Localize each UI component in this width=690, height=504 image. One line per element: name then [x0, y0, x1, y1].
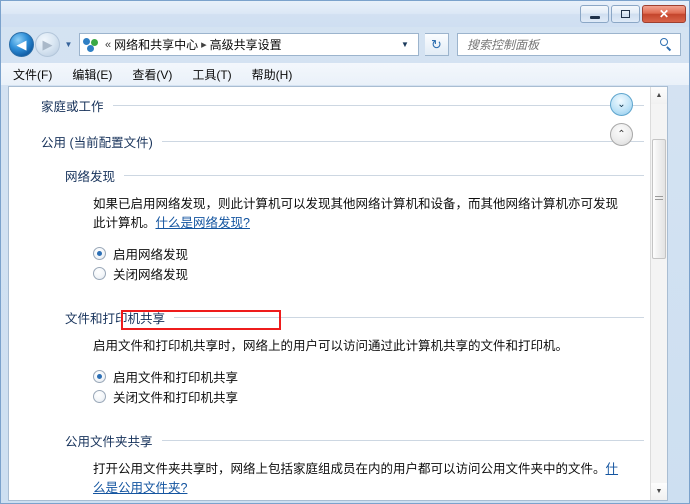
menu-bar: 文件(F) 编辑(E) 查看(V) 工具(T) 帮助(H) — [1, 63, 689, 85]
minimize-icon — [589, 15, 600, 19]
radio-button-enable-file-printer-sharing[interactable] — [93, 369, 106, 383]
section-header-network-discovery: 网络发现 — [9, 165, 652, 185]
section-description-network-discovery: 如果已启用网络发现，则此计算机可以发现其他网络计算机和设备，而其他网络计算机亦可… — [9, 195, 652, 233]
collapse-button-public[interactable]: ⌃ — [610, 123, 633, 146]
search-input[interactable] — [465, 36, 659, 53]
chevron-up-icon: ⌃ — [617, 128, 626, 140]
expand-button-home-or-work[interactable]: ⌄ — [610, 93, 633, 116]
close-button[interactable]: ✕ — [642, 5, 686, 23]
refresh-icon: ↻ — [431, 37, 442, 52]
recent-locations-button[interactable]: ▼ — [63, 40, 74, 49]
menu-item-edit[interactable]: 编辑(E) — [72, 66, 112, 83]
address-dropdown-icon[interactable]: ▼ — [399, 40, 411, 49]
back-button[interactable]: ◀ — [9, 32, 34, 57]
radio-button-disable-network-discovery[interactable] — [93, 266, 106, 280]
maximize-button[interactable] — [611, 5, 640, 23]
close-icon: ✕ — [658, 7, 670, 21]
section-header-file-printer-sharing: 文件和打印机共享 — [9, 307, 652, 327]
radio-row-disable-file-printer-sharing[interactable]: 关闭文件和打印机共享 — [9, 386, 652, 406]
navigation-bar: ◀ ▶ ▼ « 网络和共享中心 ▸ 高级共享设置 ▼ ↻ — [1, 27, 689, 63]
chevron-down-icon: ▼ — [64, 39, 73, 49]
radio-button-disable-file-printer-sharing[interactable] — [93, 389, 106, 403]
profile-header-public[interactable]: 公用 (当前配置文件) — [9, 131, 652, 151]
section-description-public-folder-sharing: 打开公用文件夹共享时，网络上包括家庭组成员在内的用户都可以访问公用文件夹中的文件… — [9, 460, 652, 498]
triangle-down-icon: ▼ — [655, 488, 663, 495]
section-description-file-printer-sharing: 启用文件和打印机共享时，网络上的用户可以访问通过此计算机共享的文件和打印机。 — [9, 337, 652, 356]
search-box[interactable] — [457, 33, 681, 56]
forward-button[interactable]: ▶ — [35, 32, 60, 57]
maximize-icon — [621, 10, 630, 18]
header-divider — [161, 140, 644, 142]
minimize-button[interactable] — [580, 5, 609, 23]
forward-arrow-icon: ▶ — [42, 37, 53, 52]
title-bar: ✕ — [1, 1, 689, 27]
radio-row-enable-network-discovery[interactable]: 启用网络发现 — [9, 243, 652, 263]
menu-item-view[interactable]: 查看(V) — [132, 66, 172, 83]
back-arrow-icon: ◀ — [16, 37, 27, 52]
radio-label-enable-network-discovery: 启用网络发现 — [113, 247, 189, 262]
header-divider — [124, 174, 644, 176]
header-divider — [174, 316, 644, 318]
scrollbar-thumb[interactable] — [652, 139, 666, 259]
radio-row-disable-network-discovery[interactable]: 关闭网络发现 — [9, 263, 652, 283]
radio-label-disable-network-discovery: 关闭网络发现 — [113, 267, 189, 282]
section-header-public-folder-sharing: 公用文件夹共享 — [9, 430, 652, 450]
menu-item-tools[interactable]: 工具(T) — [192, 66, 231, 83]
breadcrumb-overflow-icon[interactable]: « — [105, 39, 111, 51]
triangle-up-icon: ▲ — [655, 92, 663, 99]
scroll-down-button[interactable]: ▼ — [651, 483, 667, 500]
profile-header-home-or-work[interactable]: 家庭或工作 — [9, 95, 652, 115]
window-controls: ✕ — [580, 5, 686, 23]
settings-scroll-area: 家庭或工作 公用 (当前配置文件) 网络发现 如果已启用网络发现，则此计算机可以… — [9, 87, 652, 500]
header-divider — [161, 439, 644, 441]
address-bar[interactable]: « 网络和共享中心 ▸ 高级共享设置 ▼ — [79, 33, 419, 56]
menu-item-help[interactable]: 帮助(H) — [252, 66, 293, 83]
scroll-up-button[interactable]: ▲ — [651, 87, 667, 104]
section-title-public-folder-sharing: 公用文件夹共享 — [65, 434, 153, 449]
search-icon — [659, 37, 673, 52]
section-title-file-printer-sharing: 文件和打印机共享 — [65, 311, 166, 326]
refresh-button[interactable]: ↻ — [425, 33, 449, 56]
section-title-network-discovery: 网络发现 — [65, 169, 116, 184]
grip-icon — [655, 196, 663, 202]
breadcrumb-item-advanced-sharing[interactable]: 高级共享设置 — [210, 36, 282, 53]
profile-title-public: 公用 (当前配置文件) — [41, 135, 153, 150]
network-icon — [83, 37, 99, 53]
help-link-what-is-network-discovery[interactable]: 什么是网络发现? — [156, 216, 250, 230]
radio-label-enable-file-printer-sharing: 启用文件和打印机共享 — [113, 370, 239, 385]
radio-label-disable-file-printer-sharing: 关闭文件和打印机共享 — [113, 390, 239, 405]
description-text: 打开公用文件夹共享时，网络上包括家庭组成员在内的用户都可以访问公用文件夹中的文件… — [93, 462, 606, 476]
menu-item-file[interactable]: 文件(F) — [13, 66, 52, 83]
explorer-window: ✕ ◀ ▶ ▼ « 网络和共享中心 ▸ 高级共享设置 ▼ ↻ 搜索控制面板 文件… — [0, 0, 690, 504]
content-pane: 家庭或工作 公用 (当前配置文件) 网络发现 如果已启用网络发现，则此计算机可以… — [8, 86, 668, 501]
vertical-scrollbar[interactable]: ▲ ▼ — [650, 87, 667, 500]
header-divider — [112, 104, 644, 106]
radio-row-enable-file-printer-sharing[interactable]: 启用文件和打印机共享 — [9, 366, 652, 386]
chevron-down-icon: ⌄ — [617, 98, 626, 110]
breadcrumb-separator-icon[interactable]: ▸ — [201, 38, 207, 51]
profile-title-home-or-work: 家庭或工作 — [41, 99, 104, 114]
breadcrumb-item-network-center[interactable]: 网络和共享中心 — [114, 36, 198, 53]
radio-button-enable-network-discovery[interactable] — [93, 246, 106, 260]
description-text: 启用文件和打印机共享时，网络上的用户可以访问通过此计算机共享的文件和打印机。 — [93, 339, 569, 353]
